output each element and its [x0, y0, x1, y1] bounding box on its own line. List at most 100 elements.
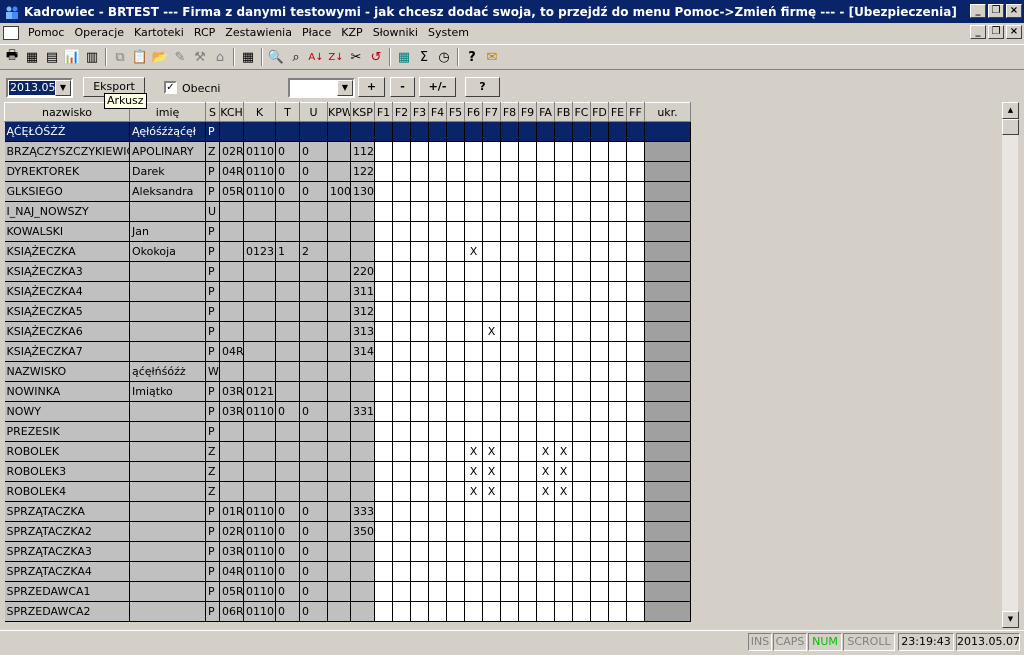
cell-flag[interactable] — [446, 501, 465, 522]
cell-k[interactable]: 0110 — [243, 181, 276, 202]
cell-flag[interactable] — [536, 201, 555, 222]
cell-flag[interactable] — [536, 521, 555, 542]
cell-flag[interactable]: X — [482, 321, 501, 342]
cell-u[interactable] — [299, 261, 328, 282]
cell-ukr[interactable] — [644, 561, 691, 582]
cell-flag[interactable] — [392, 161, 411, 182]
cell-ksp[interactable]: 112 — [350, 141, 375, 162]
cell-kch[interactable]: 01R — [219, 501, 244, 522]
cell-flag[interactable] — [482, 401, 501, 422]
cell-flag[interactable] — [410, 581, 429, 602]
cell-flag[interactable] — [392, 321, 411, 342]
cell-flag[interactable] — [392, 381, 411, 402]
cell-nazwisko[interactable]: KSIĄŻECZKA7 — [4, 341, 130, 362]
cell-flag[interactable] — [500, 421, 519, 442]
cell-flag[interactable] — [608, 301, 627, 322]
cell-k[interactable] — [243, 281, 276, 302]
cell-flag[interactable] — [590, 581, 609, 602]
cell-flag[interactable] — [428, 161, 447, 182]
cell-flag[interactable] — [464, 261, 483, 282]
cell-flag[interactable] — [446, 141, 465, 162]
cell-u[interactable]: 0 — [299, 541, 328, 562]
cell-flag[interactable] — [518, 141, 537, 162]
cell-flag[interactable] — [572, 401, 591, 422]
cell-imie[interactable] — [129, 481, 206, 502]
cell-t[interactable]: 0 — [275, 581, 300, 602]
cell-nazwisko[interactable]: SPRZĄTACZKA4 — [4, 561, 130, 582]
table-row[interactable]: BRZĄCZYSZCZYKIEWICZ APOLINARY Z 02R 0110 0 0 11… — [4, 141, 691, 162]
cell-flag[interactable]: X — [536, 441, 555, 462]
cell-ukr[interactable] — [644, 141, 691, 162]
table-row[interactable]: PREZESIK P — [4, 421, 691, 442]
cell-kch[interactable]: 03R — [219, 541, 244, 562]
cell-flag[interactable] — [500, 461, 519, 482]
cell-flag[interactable] — [554, 561, 573, 582]
cell-flag[interactable] — [464, 361, 483, 382]
cell-nazwisko[interactable]: SPRZĄTACZKA2 — [4, 521, 130, 542]
column-header[interactable]: KPW — [327, 102, 351, 122]
cell-flag[interactable] — [446, 601, 465, 622]
cell-nazwisko[interactable]: KSIĄŻECZKA4 — [4, 281, 130, 302]
cell-s[interactable]: U — [205, 201, 220, 222]
period-select[interactable]: 2013.05 ▼ — [6, 78, 73, 98]
copy-icon[interactable]: ⧉ — [110, 47, 130, 67]
cell-flag[interactable] — [518, 161, 537, 182]
cell-flag[interactable] — [428, 141, 447, 162]
cell-flag[interactable] — [482, 181, 501, 202]
cell-flag[interactable] — [572, 341, 591, 362]
cell-flag[interactable] — [374, 261, 393, 282]
cell-flag[interactable] — [374, 201, 393, 222]
cell-flag[interactable] — [446, 441, 465, 462]
cell-ukr[interactable] — [644, 321, 691, 342]
cell-ksp[interactable]: 314 — [350, 341, 375, 362]
cell-flag[interactable] — [536, 161, 555, 182]
cell-ukr[interactable] — [644, 301, 691, 322]
cell-ukr[interactable] — [644, 461, 691, 482]
menu-place[interactable]: Płace — [297, 26, 336, 39]
cell-flag[interactable] — [590, 561, 609, 582]
cell-nazwisko[interactable]: SPRZĄTACZKA3 — [4, 541, 130, 562]
cell-kch[interactable] — [219, 321, 244, 342]
cell-ksp[interactable] — [350, 221, 375, 242]
cell-nazwisko[interactable]: KSIĄŻECZKA — [4, 241, 130, 262]
cell-flag[interactable] — [482, 421, 501, 442]
cell-flag[interactable] — [410, 481, 429, 502]
cell-flag[interactable] — [464, 161, 483, 182]
cell-flag[interactable] — [482, 281, 501, 302]
table-row[interactable]: KSIĄŻECZKA Okokoja P 0123 1 2 X — [4, 241, 691, 262]
find-next-icon[interactable]: ⌕ — [286, 47, 306, 67]
spreadsheet-icon[interactable]: ▦ — [238, 47, 258, 67]
cell-flag[interactable] — [392, 481, 411, 502]
cell-flag[interactable] — [572, 541, 591, 562]
cell-flag[interactable] — [536, 141, 555, 162]
cell-flag[interactable] — [392, 461, 411, 482]
cell-flag[interactable] — [554, 141, 573, 162]
table-row[interactable]: KSIĄŻECZKA4 P 311 — [4, 281, 691, 302]
cell-flag[interactable] — [410, 381, 429, 402]
cell-flag[interactable] — [374, 401, 393, 422]
cell-flag[interactable] — [392, 121, 411, 142]
cell-t[interactable]: 0 — [275, 521, 300, 542]
cell-u[interactable] — [299, 441, 328, 462]
cell-nazwisko[interactable]: ROBOLEK — [4, 441, 130, 462]
cell-flag[interactable] — [392, 301, 411, 322]
cell-flag[interactable] — [374, 221, 393, 242]
cell-flag[interactable] — [536, 561, 555, 582]
table-row[interactable]: KOWALSKI Jan P — [4, 221, 691, 242]
cell-flag[interactable] — [464, 281, 483, 302]
cell-k[interactable]: 0110 — [243, 541, 276, 562]
cell-flag[interactable] — [590, 461, 609, 482]
cell-flag[interactable] — [536, 121, 555, 142]
cell-flag[interactable] — [374, 141, 393, 162]
cell-imie[interactable] — [129, 601, 206, 622]
cell-flag[interactable] — [464, 121, 483, 142]
cell-flag[interactable] — [608, 161, 627, 182]
cell-flag[interactable] — [626, 561, 645, 582]
cell-k[interactable] — [243, 441, 276, 462]
cell-flag[interactable] — [554, 401, 573, 422]
cell-flag[interactable] — [464, 301, 483, 322]
cell-kpw[interactable] — [327, 421, 351, 442]
cell-kpw[interactable] — [327, 521, 351, 542]
table-row[interactable]: SPRZĄTACZKA4 P 04R 0110 0 0 — [4, 561, 691, 582]
cell-ksp[interactable] — [350, 241, 375, 262]
